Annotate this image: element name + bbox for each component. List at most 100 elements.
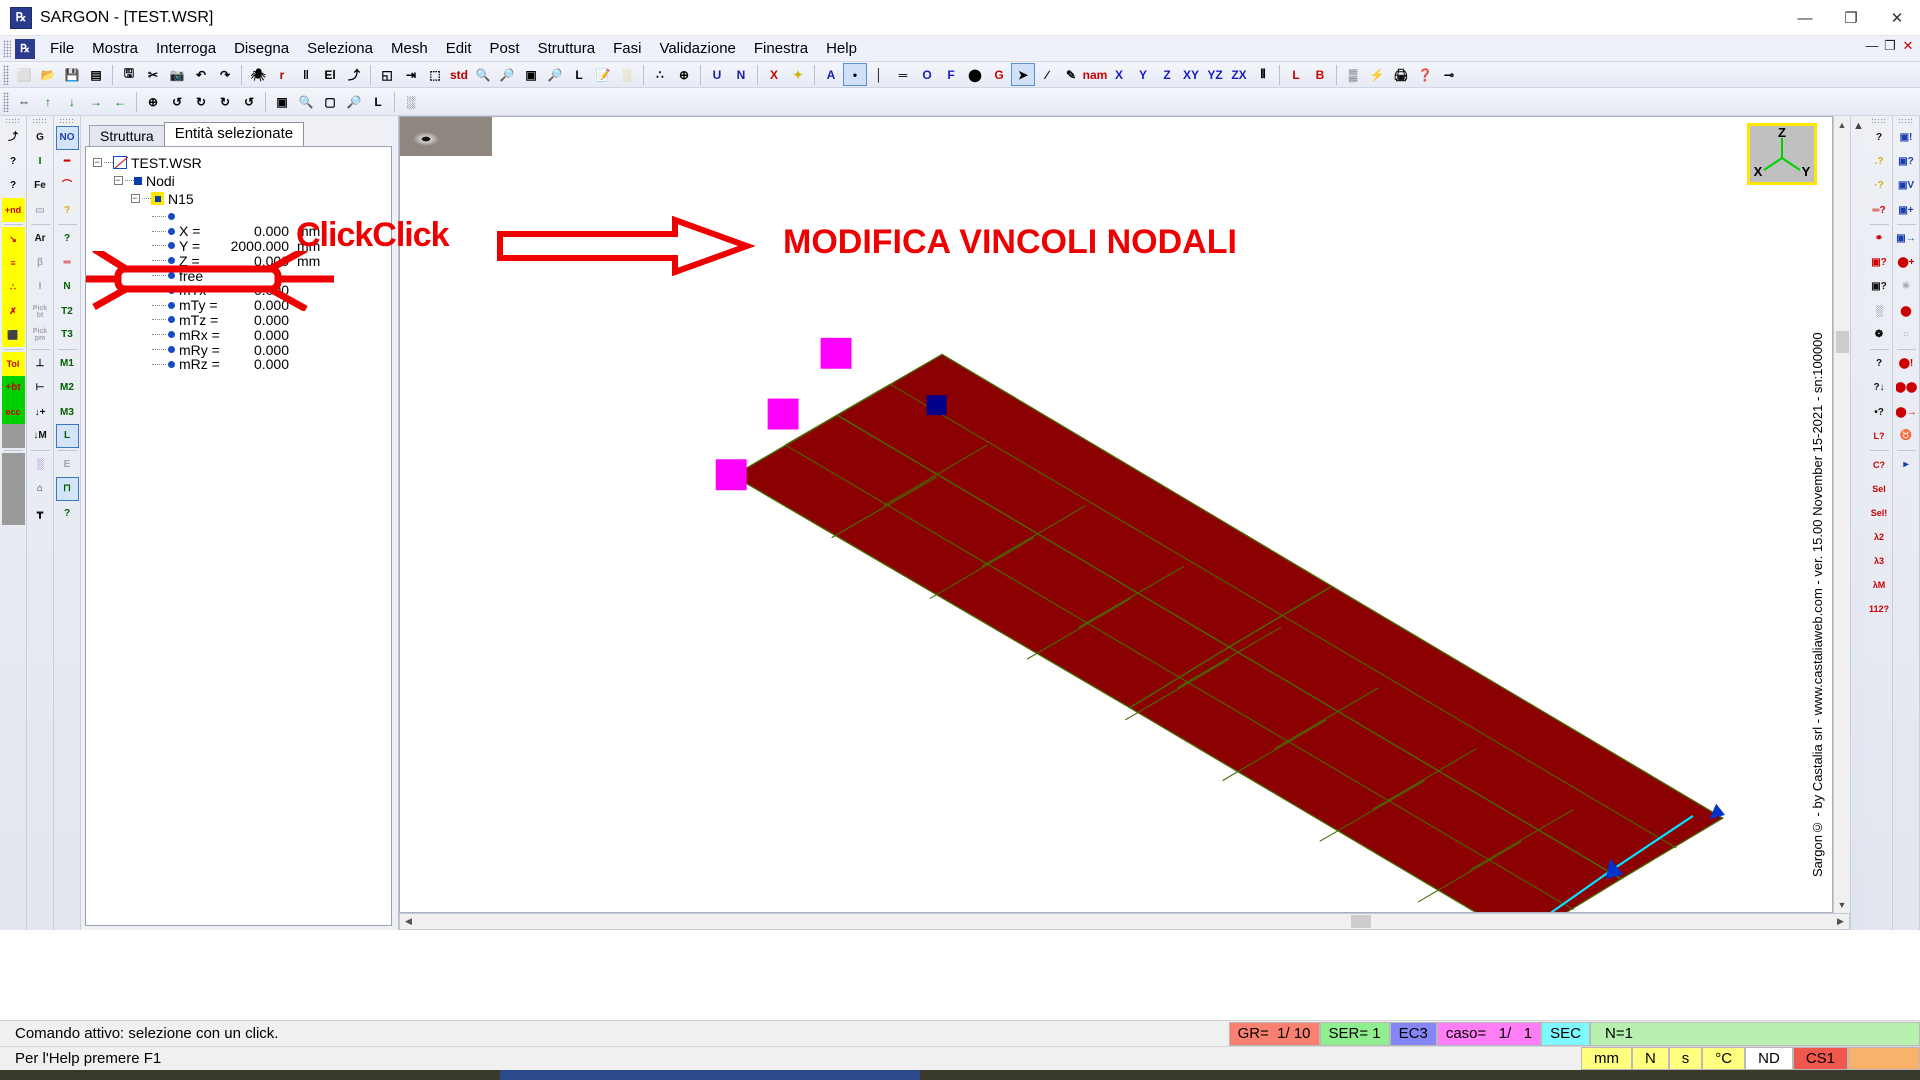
zoom-fit-icon[interactable]: ▢ [318,90,342,113]
left-rail1-button-0[interactable]: ⤴ [2,126,25,150]
menu-item-fasi[interactable]: Fasi [604,37,650,60]
left-rail2-button-10[interactable]: ⊢ [29,376,52,400]
view-x-icon[interactable]: X [1107,63,1131,86]
save-icon[interactable]: 💾 [60,63,84,86]
status-cell-3[interactable]: caso= 1/ 1 [1436,1021,1542,1046]
rail-grip[interactable] [59,118,75,124]
move-down-icon[interactable]: ↓ [60,90,84,113]
scroll-left-arrow-icon[interactable]: ◀ [400,914,417,929]
redo-icon[interactable]: ↷ [213,63,237,86]
status-cell-2[interactable]: EC3 [1389,1021,1437,1046]
left-rail1-button-1[interactable]: ? [2,150,25,174]
cursor-arrow-icon[interactable]: ➤ [1011,63,1035,86]
left-rail1-button-10[interactable]: +bt [1,376,25,400]
scroll-down-arrow-icon[interactable]: ▼ [1835,896,1850,913]
rotate-globe-icon[interactable]: ⊕ [141,90,165,113]
right-rail1-button-3[interactable]: ═? [1868,198,1891,222]
mdi-restore-button[interactable]: ❐ [1882,38,1898,54]
left-rail2-button-13[interactable]: ░ [29,453,52,477]
right-rail2-button-0[interactable]: ▣! [1895,126,1918,150]
right-rail1-button-10[interactable]: ?↓ [1868,376,1891,400]
unit-cell-°C[interactable]: °C [1702,1047,1746,1070]
zoom-box-icon[interactable]: ▣ [270,90,294,113]
help-pointer-icon[interactable]: ❓ [1413,63,1437,86]
left-rail1-button-7[interactable]: ✗ [1,299,25,323]
model-viewport[interactable]: Z X Y MODIFICA VINCOLI NODALI Sargon© - … [399,116,1833,913]
toolbar-grip[interactable] [3,64,9,85]
zoom-minus-icon[interactable]: 🔎 [342,90,366,113]
undo-icon[interactable]: ↶ [189,63,213,86]
tab-struttura[interactable]: Struttura [89,125,165,146]
move-right-icon[interactable]: → [84,90,108,113]
left-rail1-button-4[interactable]: ↘ [1,227,25,251]
right-rail2-button-4[interactable]: ▣→ [1895,227,1918,251]
el-label-icon[interactable]: El [318,63,342,86]
tree-property-row[interactable] [152,209,387,224]
menu-item-edit[interactable]: Edit [437,37,481,60]
right-rail2-button-12[interactable]: ♉ [1895,424,1918,448]
rotate-plus-y-icon[interactable]: ↻ [213,90,237,113]
hscroll-thumb[interactable] [1350,915,1371,928]
left-rail2-button-11[interactable]: ↓+ [29,400,52,424]
menu-item-help[interactable]: Help [817,37,866,60]
open-folder-icon[interactable]: 📂 [36,63,60,86]
camera-icon[interactable]: 📷 [165,63,189,86]
left-rail3-button-13[interactable]: E [56,453,79,477]
left-rail1-button-11[interactable]: ecc [1,400,25,424]
left-rail3-button-7[interactable]: T2 [56,299,79,323]
expander-n15-icon[interactable]: − [130,194,140,203]
zoom-last-icon[interactable]: L [567,63,591,86]
menu-item-file[interactable]: File [41,37,83,60]
r-label-icon[interactable]: r [270,63,294,86]
rotate-minus-x-icon[interactable]: ↻ [189,90,213,113]
left-rail3-button-2[interactable]: ⌒ [56,174,79,198]
table-icon[interactable]: ▒ [1341,63,1365,86]
diagonal-slash-icon[interactable]: ∕ [1035,63,1059,86]
scroll-right-arrow-icon[interactable]: ▶ [1832,914,1849,929]
x-delete-icon[interactable]: X [762,63,786,86]
left-rail2-button-8[interactable]: Pick pm [29,323,52,347]
move-left-icon[interactable]: ← [108,90,132,113]
g-label-icon[interactable]: G [987,63,1011,86]
new-file-icon[interactable]: ⬜ [12,63,36,86]
tab-entita-selezionate[interactable]: Entità selezionate [163,122,305,146]
right-rail1-button-7[interactable]: ░ [1868,299,1891,323]
f-label-icon[interactable]: F [939,63,963,86]
status-cell-0[interactable]: GR= 1/ 10 [1228,1021,1320,1046]
left-rail2-button-7[interactable]: Pick bt [29,299,52,323]
menu-grip[interactable] [3,39,11,58]
left-rail2-button-1[interactable]: I [29,150,52,174]
left-rail3-button-1[interactable]: ━ [56,150,79,174]
left-rail3-button-15[interactable]: ? [56,501,79,525]
tree-property-row[interactable]: mTz = 0.000 [152,312,387,328]
right-rail1-button-1[interactable]: .? [1868,150,1891,174]
menu-item-seleziona[interactable]: Seleziona [298,37,382,60]
tree-property-row[interactable]: mRz = 0.000 [152,356,387,372]
pencil-icon[interactable]: ✎ [1059,63,1083,86]
left-rail3-button-3[interactable]: ? [56,198,79,222]
tree-property-row[interactable]: X = 0.000 mm [152,223,387,239]
unit-cell-ND[interactable]: ND [1745,1047,1793,1070]
right-rail1-button-11[interactable]: •? [1868,400,1891,424]
right-rail1-button-15[interactable]: Sel! [1868,501,1891,525]
beam-icon[interactable]: │ [867,63,891,86]
left-rail3-button-6[interactable]: N [56,275,79,299]
right-rail2-button-5[interactable]: ⬤+ [1895,251,1918,275]
left-rail1-button-14[interactable] [1,477,25,501]
solid-icon[interactable]: ⬤ [963,63,987,86]
unit-cell-extra[interactable] [1848,1047,1920,1070]
tree-node-n15[interactable]: − N15 [90,191,387,207]
globe-icon[interactable]: ⊕ [672,63,696,86]
menu-item-struttura[interactable]: Struttura [529,37,605,60]
left-rail3-button-9[interactable]: M1 [56,352,79,376]
right-rail1-button-2[interactable]: ·? [1868,174,1891,198]
unit-cell-CS1[interactable]: CS1 [1792,1047,1848,1070]
left-rail1-button-3[interactable]: +nd [1,198,25,222]
right-rail1-button-17[interactable]: λ3 [1868,549,1891,573]
right-rail1-button-6[interactable]: ▣? [1868,275,1891,299]
tree-property-row[interactable]: mRx = 0.000 [152,327,387,343]
right-rail1-button-8[interactable]: ❁ [1868,323,1891,347]
right-rail2-button-13[interactable]: ▸ [1895,453,1918,477]
grid-strip-icon[interactable]: ░ [615,63,639,86]
tree-group-nodi[interactable]: − Nodi [90,173,387,189]
